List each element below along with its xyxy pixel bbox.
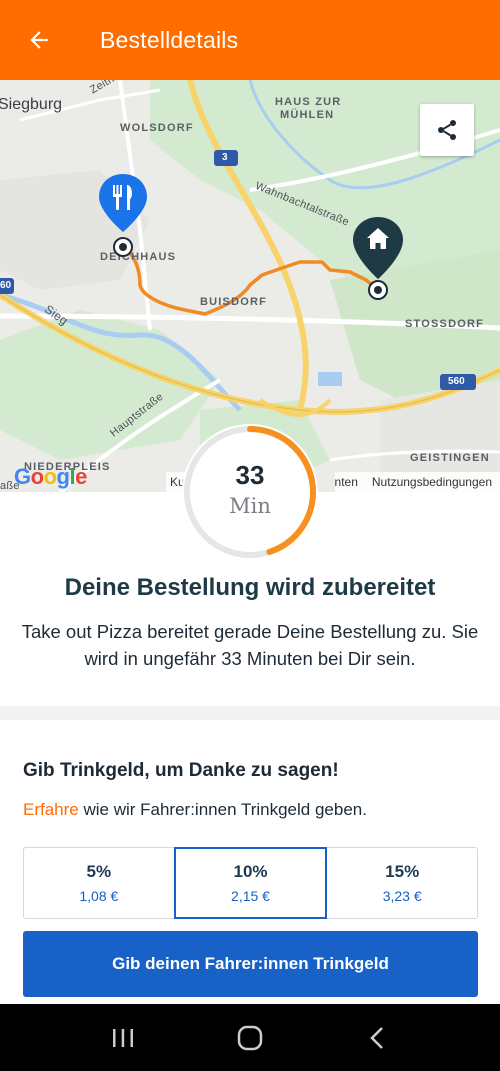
tip-option-amount: 3,23 €: [382, 888, 422, 904]
tip-learn-more-link[interactable]: Erfahre: [23, 800, 79, 819]
eta-progress-ring: [184, 426, 316, 558]
back-chevron-icon: [369, 1026, 383, 1049]
share-button[interactable]: [420, 104, 474, 156]
map-attribution-mid[interactable]: nten: [335, 475, 358, 489]
restaurant-pin[interactable]: [97, 172, 149, 258]
map-label-stossdorf: STOSSDORF: [405, 318, 485, 330]
share-icon: [438, 120, 456, 140]
system-navbar: [0, 1004, 500, 1071]
eta-timer: 33 Min: [182, 424, 318, 560]
back-nav-button[interactable]: [347, 1008, 407, 1068]
map-label-siegburg: Siegburg: [0, 96, 63, 113]
map-attribution: nten Nutzungsbedingungen: [334, 472, 500, 492]
map-label-buisdorf: BUISDORF: [200, 296, 268, 308]
map-label-wolsdorf: WOLSDORF: [120, 122, 194, 134]
home-button[interactable]: [220, 1008, 280, 1068]
eta-unit: Min: [229, 494, 271, 518]
give-tip-button[interactable]: Gib deinen Fahrer:innen Trinkgeld: [23, 931, 478, 997]
route-shield-560-left: 60: [0, 280, 12, 291]
order-details-screen: Bestelldetails Siegburg WOLSDORF HAUS ZU…: [0, 0, 500, 1071]
arrow-left-icon: [30, 31, 48, 49]
tip-option-percent: 10%: [233, 862, 268, 881]
page-title: Bestelldetails: [100, 26, 239, 53]
google-logo: Google: [14, 464, 87, 489]
tip-options: 5% 1,08 € 10% 2,15 € 15% 3,23 €: [23, 847, 479, 919]
app-header: Bestelldetails: [0, 0, 500, 80]
tip-option-5[interactable]: 5% 1,08 €: [23, 847, 175, 919]
map-terms-link[interactable]: Nutzungsbedingungen: [372, 475, 492, 489]
back-button[interactable]: [0, 0, 78, 80]
map-label-haus-zur-muehlen: HAUS ZUR: [275, 96, 342, 108]
recent-apps-button[interactable]: [93, 1008, 153, 1068]
tip-option-amount: 2,15 €: [231, 888, 270, 904]
order-status-description: Take out Pizza bereitet gerade Deine Bes…: [21, 621, 479, 669]
map-label-muehlen: MÜHLEN: [280, 109, 335, 121]
tip-option-15[interactable]: 15% 3,23 €: [326, 847, 479, 919]
map-label-geistingen: GEISTINGEN: [410, 452, 490, 464]
home-circle-icon: [237, 1025, 263, 1050]
tip-option-amount: 1,08 €: [79, 888, 119, 904]
route-shield-3: 3: [222, 152, 228, 163]
home-pin[interactable]: [351, 215, 405, 305]
tip-option-percent: 15%: [385, 862, 420, 881]
tip-option-percent: 5%: [86, 862, 112, 881]
tip-section-title: Gib Trinkgeld, um Danke zu sagen!: [23, 760, 339, 781]
tip-info-text: Erfahre wie wir Fahrer:innen Trinkgeld g…: [23, 800, 367, 820]
tip-info-rest: wie wir Fahrer:innen Trinkgeld geben.: [78, 800, 367, 819]
section-divider: [0, 706, 500, 720]
eta-minutes: 33: [235, 460, 265, 490]
tip-option-10[interactable]: 10% 2,15 €: [173, 847, 328, 919]
order-status-title: Deine Bestellung wird zubereitet: [64, 574, 436, 601]
route-shield-560: 560: [448, 376, 465, 387]
recent-apps-icon: [113, 1028, 134, 1047]
